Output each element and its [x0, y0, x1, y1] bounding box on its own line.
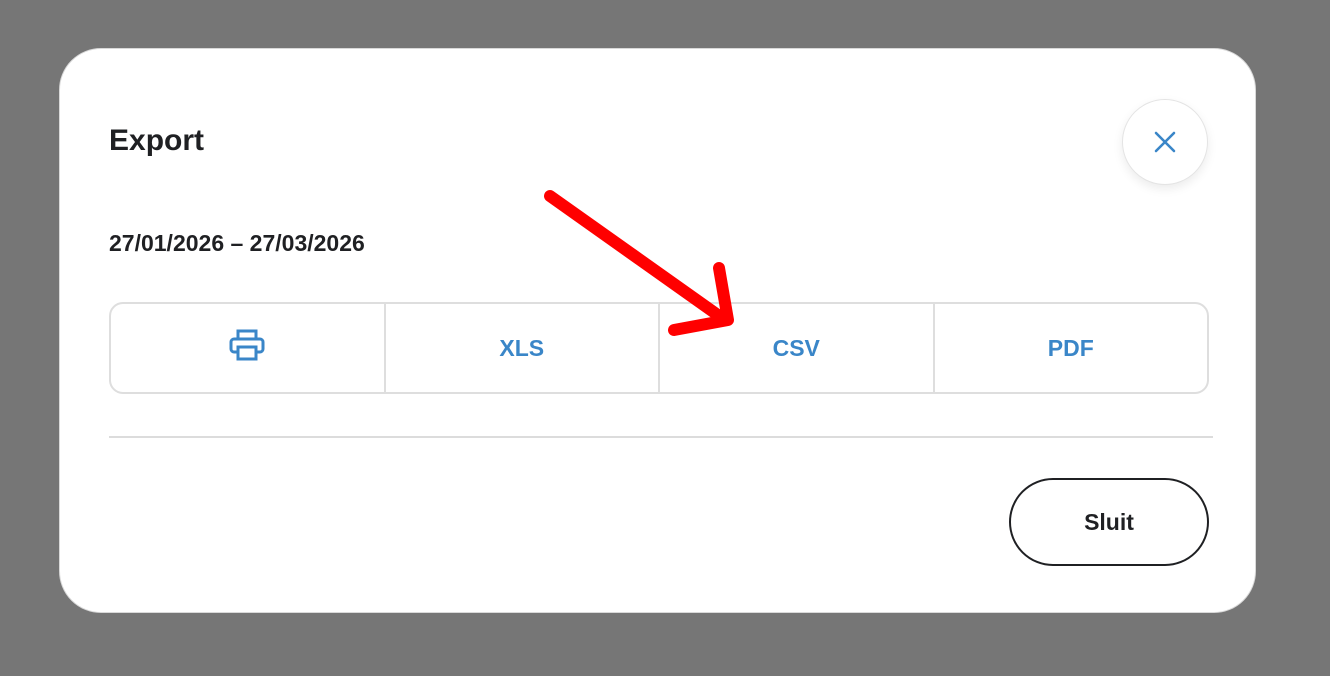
- close-icon: [1153, 130, 1177, 154]
- sluit-button[interactable]: Sluit: [1009, 478, 1209, 566]
- close-button[interactable]: [1122, 99, 1208, 185]
- export-xls-button[interactable]: XLS: [386, 304, 660, 392]
- print-icon: [229, 329, 265, 367]
- print-button[interactable]: [111, 304, 386, 392]
- divider: [109, 436, 1213, 438]
- export-pdf-button[interactable]: PDF: [935, 304, 1208, 392]
- export-format-group: XLS CSV PDF: [109, 302, 1209, 394]
- dialog-title: Export: [109, 124, 205, 157]
- export-csv-button[interactable]: CSV: [660, 304, 935, 392]
- date-range-label: 27/01/2026 – 27/03/2026: [109, 230, 365, 256]
- export-dialog: Export 27/01/2026 – 27/03/2026 XLS CSV P…: [59, 48, 1256, 613]
